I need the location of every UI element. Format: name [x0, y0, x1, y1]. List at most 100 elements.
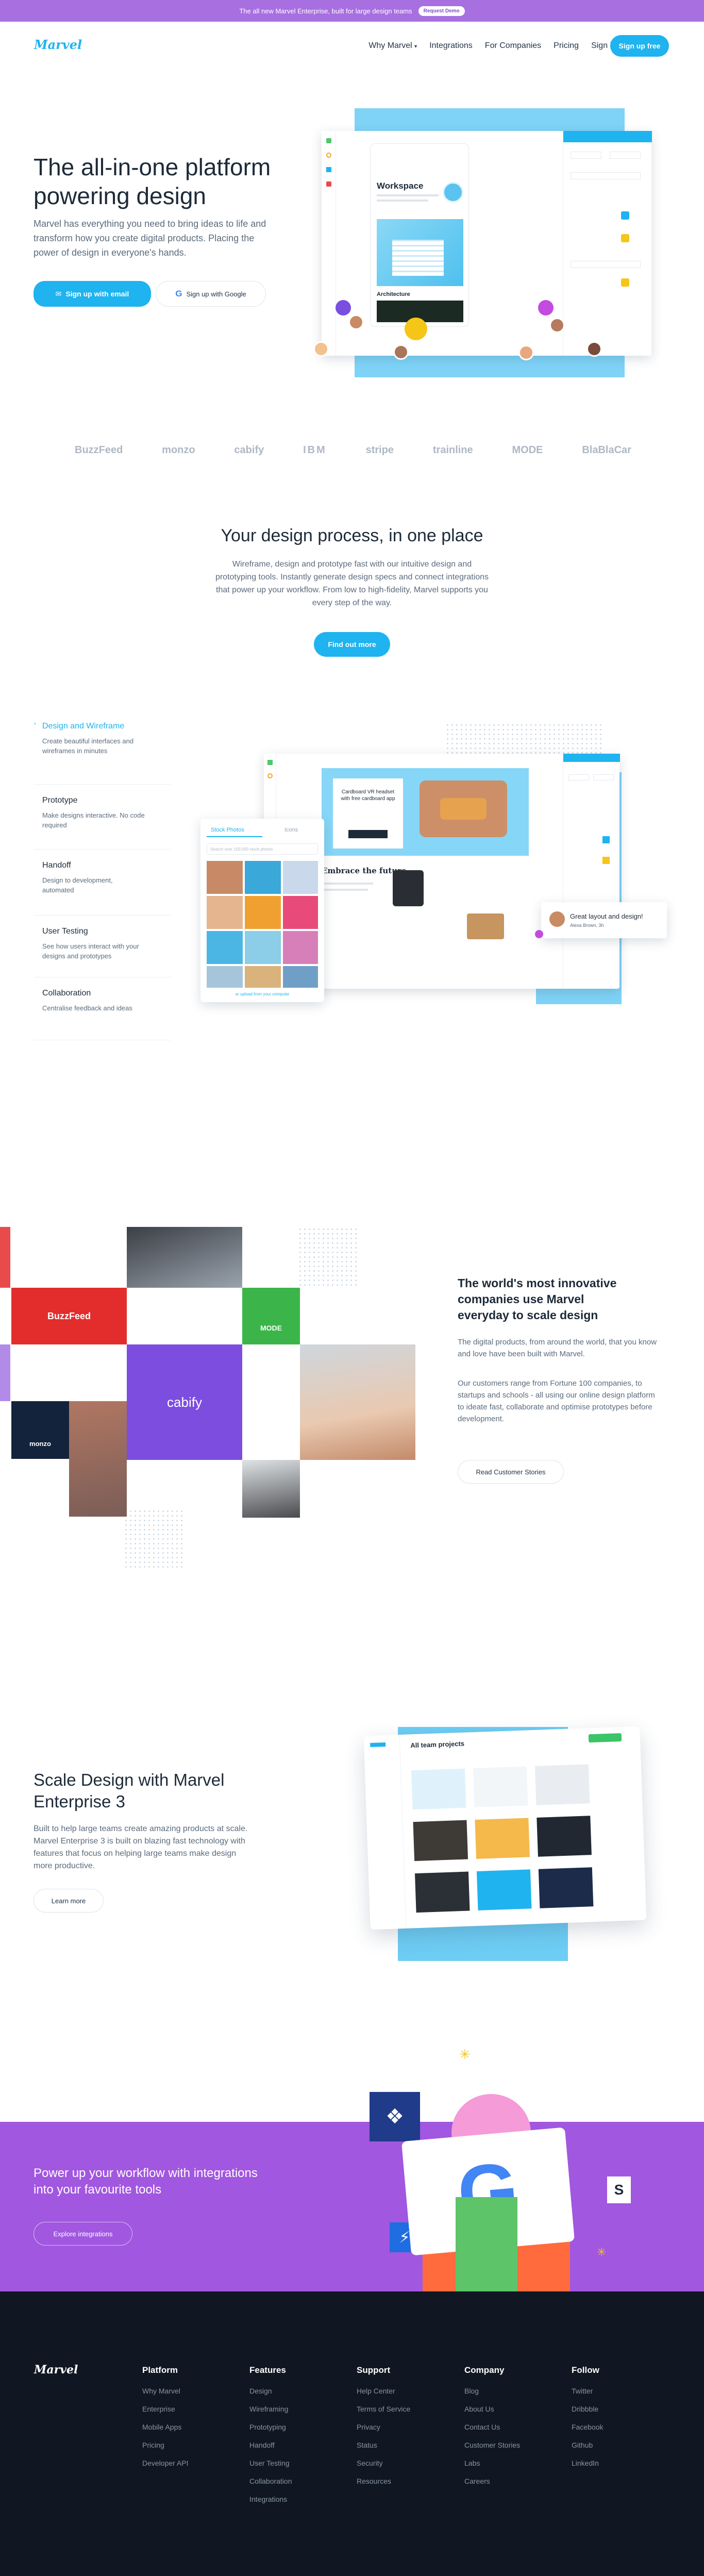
upload-link[interactable]: or upload from your computer [200, 992, 324, 996]
nav-link-pricing[interactable]: Pricing [554, 41, 579, 51]
footer-link[interactable]: Mobile Apps [142, 2423, 189, 2431]
footer-link[interactable]: Blog [464, 2387, 520, 2395]
chevron-down-icon: ▾ [414, 44, 417, 49]
feature-item-design[interactable]: › Design and Wireframe Create beautiful … [34, 719, 171, 785]
footer-link[interactable]: Resources [357, 2477, 410, 2485]
footer-link[interactable]: LinkedIn [572, 2459, 603, 2467]
footer-link[interactable]: Privacy [357, 2423, 410, 2431]
stock-photo[interactable] [283, 966, 318, 988]
sign-up-google-button[interactable]: G Sign up with Google [156, 281, 266, 307]
footer-link[interactable]: Careers [464, 2477, 520, 2485]
footer-link[interactable]: Customer Stories [464, 2441, 520, 2449]
feature-title: Design and Wireframe [42, 722, 125, 730]
inspector-field[interactable] [571, 152, 601, 159]
button-label: Sign up with Google [186, 290, 246, 298]
footer-link[interactable]: Pricing [142, 2441, 189, 2449]
footer-link[interactable]: User Testing [249, 2459, 292, 2467]
avatar [313, 341, 329, 357]
color-swatch[interactable] [602, 857, 610, 864]
footer-link[interactable]: Contact Us [464, 2423, 520, 2431]
tab-underline [207, 836, 262, 837]
footer-link[interactable]: Developer API [142, 2459, 189, 2467]
monzo-tile: monzo [11, 1401, 69, 1459]
mini-logo [370, 1742, 386, 1748]
sign-up-free-button[interactable]: Sign up free [610, 35, 669, 57]
ibm-logo: IBM [303, 444, 327, 456]
request-demo-button[interactable]: Request Demo [418, 6, 465, 16]
footer-link[interactable]: Facebook [572, 2423, 603, 2431]
feature-item-handoff[interactable]: Handoff Design to development, automated [34, 850, 171, 916]
office-photo [127, 1227, 242, 1288]
nav-link-integrations[interactable]: Integrations [429, 41, 473, 51]
feature-desc: Make designs interactive. No code requir… [42, 811, 145, 829]
project-thumb [411, 1768, 466, 1810]
color-swatch[interactable] [621, 234, 629, 242]
feature-title: User Testing [42, 927, 88, 936]
stock-photo[interactable] [207, 966, 243, 988]
stock-photo[interactable] [283, 896, 318, 929]
footer-column-follow: Follow Twitter Dribbble Facebook Github … [572, 2365, 603, 2477]
footer-link[interactable]: Help Center [357, 2387, 410, 2395]
footer-link[interactable]: Wireframing [249, 2405, 292, 2413]
footer-logo[interactable]: Marvel [34, 2363, 78, 2376]
nav-link-for-companies[interactable]: For Companies [485, 41, 541, 51]
color-swatch[interactable] [621, 278, 629, 287]
building-shape [392, 240, 444, 276]
stock-photo[interactable] [245, 896, 281, 929]
footer-link[interactable]: Collaboration [249, 2477, 292, 2485]
footer-link[interactable]: Enterprise [142, 2405, 189, 2413]
feature-desc: Design to development, automated [42, 876, 113, 894]
inspector-field[interactable] [571, 261, 641, 268]
feature-item-collaboration[interactable]: Collaboration Centralise feedback and id… [34, 977, 171, 1040]
footer-link[interactable]: Terms of Service [357, 2405, 410, 2413]
nav-links: Why Marvel ▾ Integrations For Companies … [368, 41, 616, 51]
color-swatch[interactable] [602, 836, 610, 843]
feature-item-user-testing[interactable]: User Testing See how users interact with… [34, 916, 171, 977]
stock-photo[interactable] [207, 861, 243, 894]
tab-stock-photos[interactable]: Stock Photos [211, 827, 244, 833]
footer-link[interactable]: About Us [464, 2405, 520, 2413]
stock-search-input[interactable]: Search over 100,000 stock photos [207, 843, 318, 855]
footer-link[interactable]: Prototyping [249, 2423, 292, 2431]
footer-link[interactable]: Github [572, 2441, 603, 2449]
tab-icons[interactable]: Icons [284, 827, 298, 833]
read-customer-stories-button[interactable]: Read Customer Stories [458, 1460, 564, 1484]
stock-photo[interactable] [283, 861, 318, 894]
footer-link[interactable]: Handoff [249, 2441, 292, 2449]
cabify-tile: cabify [127, 1344, 242, 1460]
footer-link[interactable]: Labs [464, 2459, 520, 2467]
marvel-logo[interactable]: Marvel [34, 37, 82, 52]
footer-link[interactable]: Integrations [249, 2495, 292, 2503]
explore-integrations-button[interactable]: Explore integrations [33, 2222, 132, 2246]
footer-heading: Platform [142, 2365, 178, 2375]
footer-heading: Company [464, 2365, 505, 2375]
stock-photo[interactable] [245, 861, 281, 894]
footer-link[interactable]: Design [249, 2387, 292, 2395]
woman-working-photo [300, 1344, 415, 1460]
feature-item-prototype[interactable]: Prototype Make designs interactive. No c… [34, 785, 171, 850]
nav-link-why-marvel[interactable]: Why Marvel ▾ [368, 41, 417, 51]
inspector-field[interactable] [571, 172, 641, 179]
learn-more-button[interactable]: Learn more [33, 1889, 104, 1913]
stock-photo[interactable] [245, 966, 281, 988]
color-swatch[interactable] [621, 211, 629, 220]
find-out-more-button[interactable]: Find out more [314, 632, 390, 657]
stock-photo[interactable] [207, 896, 243, 929]
stock-photo[interactable] [283, 931, 318, 964]
buzzfeed-logo: BuzzFeed [75, 444, 123, 456]
sign-up-email-button[interactable]: ✉ Sign up with email [33, 281, 151, 307]
inspector-field[interactable] [610, 152, 641, 159]
hero-subtitle: Marvel has everything you need to bring … [33, 219, 266, 258]
inspector-field[interactable] [593, 774, 614, 780]
inspector-field[interactable] [568, 774, 589, 780]
stock-photo[interactable] [207, 931, 243, 964]
footer-link[interactable]: Dribbble [572, 2405, 603, 2413]
footer-link[interactable]: Why Marvel [142, 2387, 189, 2395]
collaborator-cursor [336, 300, 351, 315]
footer-link[interactable]: Twitter [572, 2387, 603, 2395]
footer-link[interactable]: Security [357, 2459, 410, 2467]
stock-photo[interactable] [245, 931, 281, 964]
footer-link[interactable]: Status [357, 2441, 410, 2449]
new-project-button [588, 1733, 622, 1743]
banner-title: Cardboard VR headset with free cardboard… [341, 789, 395, 802]
